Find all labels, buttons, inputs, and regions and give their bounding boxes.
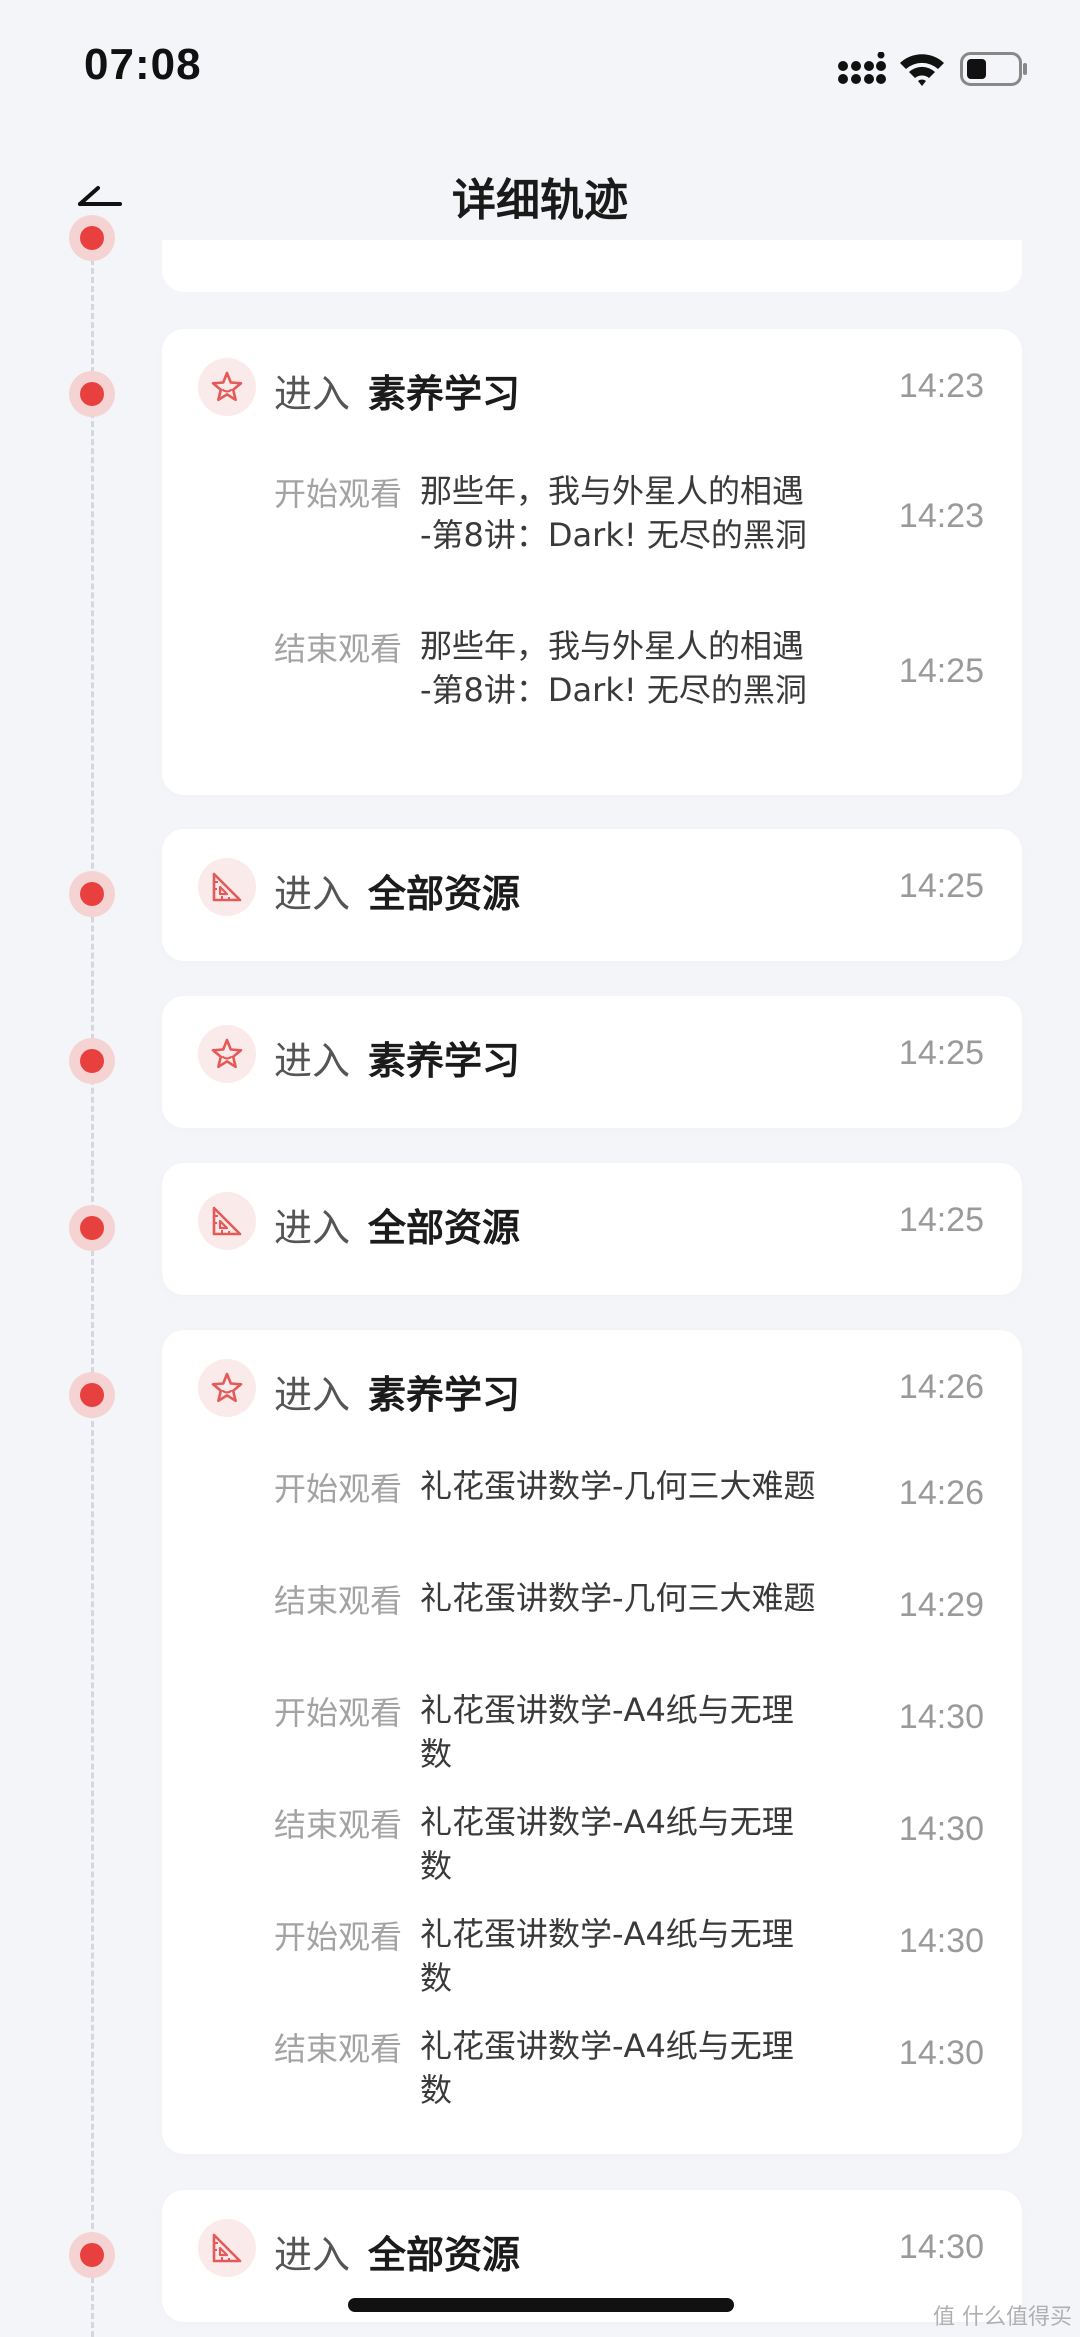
event-time: 14:26 <box>898 1474 984 1512</box>
track-card[interactable]: 进入 素养学习 14:25 <box>162 996 1022 1128</box>
event-title: 礼花蛋讲数学-A4纸与无理数 <box>420 1691 794 1773</box>
event-action: 开始观看 <box>274 1918 403 1956</box>
timeline-dot <box>69 371 115 417</box>
battery-icon <box>960 52 1027 86</box>
card-action: 进入 <box>274 372 351 416</box>
card-time: 14:30 <box>898 2228 984 2266</box>
event-title: 那些年，我与外星人的相遇 -第8讲：Dark! 无尽的黑洞 <box>420 627 807 709</box>
star-icon <box>198 1359 256 1417</box>
timeline-dot <box>69 2232 115 2278</box>
wifi-icon <box>900 54 944 86</box>
card-time: 14:23 <box>898 367 984 405</box>
status-bar: 07:08 <box>0 0 1080 130</box>
status-time: 07:08 <box>84 40 202 89</box>
track-card[interactable]: 进入 素养学习 14:26 开始观看 礼花蛋讲数学-几何三大难题 14:26 结束观看 礼花蛋… <box>162 1330 1022 2154</box>
event-title: 礼花蛋讲数学-几何三大难题 <box>420 1579 816 1617</box>
card-action: 进入 <box>274 2233 351 2277</box>
card-time: 14:25 <box>898 1201 984 1239</box>
card-target: 素养学习 <box>368 372 521 416</box>
home-indicator[interactable] <box>348 2298 734 2312</box>
event-title: 礼花蛋讲数学-A4纸与无理数 <box>420 1803 794 1885</box>
watermark: 值 什么值得买 <box>933 2305 1072 2330</box>
event-title: 那些年，我与外星人的相遇 -第8讲：Dark! 无尽的黑洞 <box>420 472 807 554</box>
page-title: 详细轨迹 <box>452 175 628 226</box>
card-action: 进入 <box>274 1373 351 1417</box>
event-title: 礼花蛋讲数学-A4纸与无理数 <box>420 1915 794 1997</box>
event-action: 开始观看 <box>274 1470 403 1508</box>
event-time: 14:30 <box>898 1922 984 1960</box>
ruler-triangle-icon <box>198 1192 256 1250</box>
star-icon <box>198 1025 256 1083</box>
track-card[interactable]: 进入 全部资源 14:25 <box>162 829 1022 961</box>
ruler-triangle-icon <box>198 858 256 916</box>
card-action: 进入 <box>274 1206 351 1250</box>
event-action: 结束观看 <box>274 2030 403 2068</box>
timeline-line <box>91 250 94 2337</box>
event-time: 14:30 <box>898 1810 984 1848</box>
star-icon <box>198 358 256 416</box>
event-time: 14:23 <box>898 497 984 535</box>
card-action: 进入 <box>274 872 351 916</box>
card-time: 14:26 <box>898 1368 984 1406</box>
card-time: 14:25 <box>898 1034 984 1072</box>
event-title: 礼花蛋讲数学-A4纸与无理数 <box>420 2027 794 2109</box>
event-action: 结束观看 <box>274 630 403 668</box>
card-target: 全部资源 <box>368 2233 521 2277</box>
event-action: 开始观看 <box>274 475 403 513</box>
event-title: 礼花蛋讲数学-几何三大难题 <box>420 1467 816 1505</box>
previous-card-tail <box>162 240 1022 292</box>
event-time: 14:30 <box>898 1698 984 1736</box>
card-target: 全部资源 <box>368 1206 521 1250</box>
card-target: 素养学习 <box>368 1039 521 1083</box>
timeline-dot <box>69 1372 115 1418</box>
track-card[interactable]: 进入 全部资源 14:25 <box>162 1163 1022 1295</box>
signal-icon <box>838 52 886 84</box>
timeline-dot <box>69 1205 115 1251</box>
timeline-dot <box>69 871 115 917</box>
timeline-dot <box>69 1038 115 1084</box>
ruler-triangle-icon <box>198 2219 256 2277</box>
event-action: 结束观看 <box>274 1806 403 1844</box>
event-time: 14:29 <box>898 1586 984 1624</box>
event-time: 14:25 <box>898 652 984 690</box>
card-time: 14:25 <box>898 867 984 905</box>
event-action: 开始观看 <box>274 1694 403 1732</box>
card-target: 素养学习 <box>368 1373 521 1417</box>
event-time: 14:30 <box>898 2034 984 2072</box>
track-card[interactable]: 进入 素养学习 14:23 开始观看 那些年，我与外星人的相遇 -第8讲：Dark! 无… <box>162 329 1022 795</box>
card-action: 进入 <box>274 1039 351 1083</box>
event-action: 结束观看 <box>274 1582 403 1620</box>
card-target: 全部资源 <box>368 872 521 916</box>
timeline-dot-partial <box>69 215 115 261</box>
